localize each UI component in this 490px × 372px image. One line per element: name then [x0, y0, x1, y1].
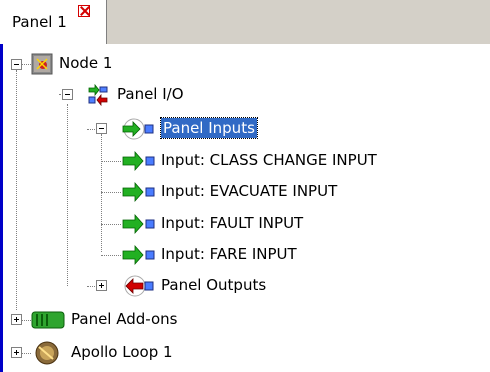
tree-label: Input: FAULT INPUT — [161, 214, 304, 232]
tree-label: Input: CLASS CHANGE INPUT — [161, 151, 377, 169]
close-icon[interactable] — [78, 5, 90, 17]
expand-apollo-loop[interactable] — [11, 347, 22, 358]
tree-label: Panel Outputs — [161, 276, 267, 294]
tab-label: Panel 1 — [12, 13, 67, 31]
addon-board-icon — [31, 309, 67, 335]
input-arrow-icon — [121, 181, 155, 207]
tree-item-input[interactable]: Input: FAULT INPUT — [3, 212, 490, 236]
tree-item-apollo-loop[interactable]: Apollo Loop 1 — [3, 341, 303, 365]
tree-label: Apollo Loop 1 — [71, 343, 173, 361]
collapse-panel-io[interactable] — [62, 89, 73, 100]
tree-label: Node 1 — [59, 54, 113, 72]
tree-item-panel-addons[interactable]: Panel Add-ons — [3, 308, 303, 332]
tree-item-panel-outputs[interactable]: Panel Outputs — [3, 274, 303, 298]
expand-panel-addons[interactable] — [11, 314, 22, 325]
output-arrow-icon — [121, 275, 155, 301]
tree-label: Panel I/O — [117, 85, 184, 103]
tree-item-input[interactable]: Input: CLASS CHANGE INPUT — [3, 149, 490, 173]
tree-item-input[interactable]: Input: EVACUATE INPUT — [3, 180, 490, 204]
node-icon — [31, 53, 53, 79]
tree-label: Panel Inputs — [160, 117, 258, 139]
input-arrow-icon — [121, 244, 155, 270]
panel-io-icon — [87, 83, 109, 110]
tree-view: Node 1 Panel I/O Panel Inputs Input: CLA… — [0, 44, 490, 372]
tab-strip: Panel 1 — [0, 0, 490, 45]
loop-icon — [33, 341, 63, 369]
tree-label: Panel Add-ons — [71, 310, 178, 328]
input-arrow-icon — [121, 118, 155, 144]
tree-label: Input: EVACUATE INPUT — [161, 182, 338, 200]
tree-label: Input: FARE INPUT — [161, 245, 297, 263]
collapse-panel-inputs[interactable] — [96, 123, 107, 134]
tree-item-input[interactable]: Input: FARE INPUT — [3, 243, 490, 267]
tree-item-panel-io[interactable]: Panel I/O — [3, 83, 203, 107]
tree-item-node-1[interactable]: Node 1 — [3, 52, 203, 76]
input-arrow-icon — [121, 150, 155, 176]
tree-item-panel-inputs[interactable]: Panel Inputs — [3, 117, 303, 141]
tab-panel-1[interactable]: Panel 1 — [0, 0, 107, 44]
input-arrow-icon — [121, 213, 155, 239]
collapse-node-1[interactable] — [11, 59, 22, 70]
expand-panel-outputs[interactable] — [96, 280, 107, 291]
